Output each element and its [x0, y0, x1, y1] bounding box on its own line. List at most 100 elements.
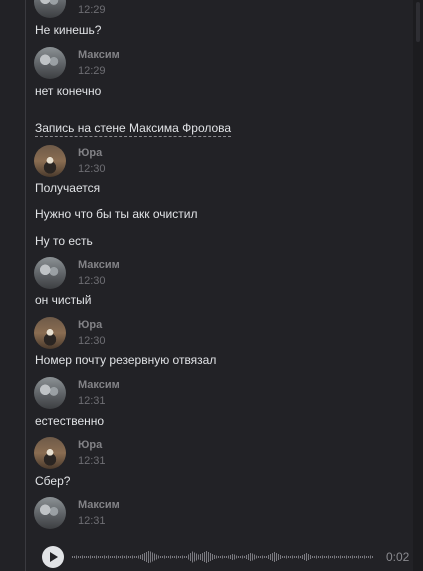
scrollbar-thumb[interactable]	[416, 2, 420, 42]
waveform-bar	[338, 556, 339, 558]
waveform-bar	[194, 552, 195, 562]
waveform-bar	[280, 555, 281, 559]
waveform-bar	[106, 556, 107, 558]
message-author[interactable]: Юра	[78, 147, 102, 159]
waveform-bar	[102, 556, 103, 558]
waveform-bar	[126, 555, 127, 559]
waveform-bar	[328, 555, 329, 559]
waveform-bar	[336, 556, 337, 558]
waveform-bar	[114, 556, 115, 558]
waveform-bar	[182, 555, 183, 559]
waveform-bar	[100, 556, 101, 558]
waveform-bar	[236, 555, 237, 559]
waveform-bar	[98, 556, 99, 558]
waveform-bar	[196, 553, 197, 561]
message-author[interactable]: Максим	[78, 259, 120, 271]
avatar[interactable]	[34, 47, 66, 79]
waveform-bar	[202, 553, 203, 561]
avatar[interactable]	[34, 377, 66, 409]
waveform-bar	[346, 555, 347, 559]
waveform-bar	[128, 556, 129, 558]
waveform-bar	[268, 555, 269, 559]
avatar[interactable]	[34, 145, 66, 177]
waveform-bar	[292, 555, 293, 559]
avatar[interactable]	[34, 437, 66, 469]
scrollbar[interactable]	[413, 0, 423, 571]
waveform-bar	[348, 556, 349, 558]
message-text: нет конечно	[35, 84, 102, 98]
waveform-bar	[220, 556, 221, 558]
waveform-bar	[178, 556, 179, 558]
message-author[interactable]: Юра	[78, 439, 102, 451]
waveform-bar	[190, 553, 191, 561]
waveform-bar	[204, 552, 205, 562]
waveform-bar	[180, 556, 181, 558]
message-author[interactable]: Максим	[78, 499, 120, 511]
waveform-bar	[162, 556, 163, 558]
waveform-bar	[84, 556, 85, 558]
waveform-bar	[354, 556, 355, 558]
waveform-bar	[116, 555, 117, 559]
waveform-bar	[234, 554, 235, 560]
waveform-bar	[342, 556, 343, 558]
waveform-bar	[150, 551, 151, 563]
waveform-bar	[310, 555, 311, 559]
waveform-bar	[288, 556, 289, 558]
waveform-bar	[324, 556, 325, 558]
waveform-bar	[218, 556, 219, 558]
waveform-bar	[134, 556, 135, 558]
waveform-bar	[322, 555, 323, 559]
message-author[interactable]: Юра	[78, 319, 102, 331]
waveform-bar	[308, 554, 309, 560]
waveform-bar	[256, 555, 257, 559]
waveform-bar	[258, 556, 259, 558]
left-divider	[25, 0, 26, 571]
waveform-bar	[198, 554, 199, 560]
waveform-bar	[130, 556, 131, 558]
waveform[interactable]	[72, 546, 382, 568]
voice-message: 0:02	[42, 546, 412, 568]
waveform-bar	[232, 554, 233, 560]
message-text: Ну то есть	[35, 234, 93, 248]
waveform-bar	[120, 556, 121, 558]
avatar[interactable]	[34, 0, 66, 18]
waveform-bar	[110, 556, 111, 558]
waveform-bar	[332, 556, 333, 558]
waveform-bar	[186, 556, 187, 558]
waveform-bar	[372, 556, 373, 558]
waveform-bar	[300, 556, 301, 558]
waveform-bar	[170, 555, 171, 559]
avatar[interactable]	[34, 317, 66, 349]
message-author[interactable]: Максим	[78, 379, 120, 391]
waveform-bar	[76, 555, 77, 559]
play-icon	[50, 552, 58, 562]
waveform-bar	[210, 553, 211, 561]
avatar[interactable]	[34, 497, 66, 529]
waveform-bar	[74, 556, 75, 558]
waveform-bar	[168, 556, 169, 558]
waveform-bar	[174, 556, 175, 558]
message-time: 12:31	[78, 515, 106, 527]
wall-post-link[interactable]: Запись на стене Максима Фролова	[35, 121, 232, 137]
waveform-bar	[136, 556, 137, 558]
waveform-bar	[86, 556, 87, 558]
waveform-bar	[230, 555, 231, 559]
waveform-bar	[312, 556, 313, 558]
message-text: он чистый	[35, 293, 92, 307]
play-button[interactable]	[42, 546, 64, 568]
waveform-bar	[352, 555, 353, 559]
avatar[interactable]	[34, 257, 66, 289]
waveform-bar	[368, 556, 369, 558]
message-text: Номер почту резервную отвязал	[35, 353, 217, 367]
waveform-bar	[226, 556, 227, 558]
waveform-bar	[192, 551, 193, 563]
waveform-bar	[72, 556, 73, 558]
waveform-bar	[132, 555, 133, 559]
waveform-bar	[248, 554, 249, 560]
waveform-bar	[246, 555, 247, 559]
waveform-bar	[90, 555, 91, 559]
waveform-bar	[366, 556, 367, 558]
message-author[interactable]: Максим	[78, 49, 120, 61]
waveform-bar	[208, 552, 209, 562]
waveform-bar	[272, 553, 273, 561]
